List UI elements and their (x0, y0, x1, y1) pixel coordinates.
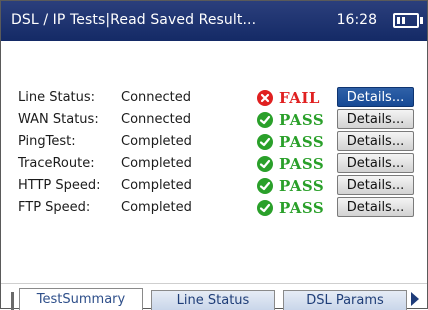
result-text: PASS (279, 177, 325, 195)
pass-check-icon (257, 112, 273, 128)
result-text: PASS (279, 155, 325, 173)
result-text: PASS (279, 133, 325, 151)
arrow-right-icon[interactable] (411, 292, 419, 306)
tab-bar: TestSummary Line Status DSL Params (1, 283, 427, 310)
fail-x-icon (257, 90, 273, 106)
status: PASS (257, 197, 324, 219)
tab-line-status[interactable]: Line Status (151, 290, 275, 310)
row-label: FTP Speed: (18, 200, 91, 215)
pass-check-icon (257, 134, 273, 150)
result-text: FAIL (279, 89, 320, 107)
status: FAIL (257, 87, 320, 109)
row-value: Completed (121, 134, 192, 149)
pass-check-icon (257, 200, 273, 216)
details-button-ping-test[interactable]: Details... (337, 131, 414, 151)
row-value: Completed (121, 178, 192, 193)
result-text: PASS (279, 111, 325, 129)
row-value: Connected (121, 112, 192, 127)
status: PASS (257, 175, 324, 197)
result-row-ftp-speed: FTP Speed: Completed PASS Details... (1, 197, 427, 219)
result-row-http-speed: HTTP Speed: Completed PASS Details... (1, 175, 427, 197)
row-label: Line Status: (18, 90, 96, 105)
status: PASS (257, 131, 324, 153)
result-row-wan-status: WAN Status: Connected PASS Details... (1, 109, 427, 131)
row-label: PingTest: (18, 134, 76, 149)
clock: 16:28 (336, 12, 377, 28)
status: PASS (257, 153, 324, 175)
details-button-line-status[interactable]: Details... (337, 87, 414, 107)
row-label: HTTP Speed: (18, 178, 101, 193)
row-value: Connected (121, 90, 192, 105)
pass-check-icon (257, 156, 273, 172)
result-row-ping-test: PingTest: Completed PASS Details... (1, 131, 427, 153)
row-value: Completed (121, 200, 192, 215)
status: PASS (257, 109, 324, 131)
pass-check-icon (257, 178, 273, 194)
row-value: Completed (121, 156, 192, 171)
page-title: DSL / IP Tests|Read Saved Result... (11, 12, 257, 28)
result-row-traceroute: TraceRoute: Completed PASS Details... (1, 153, 427, 175)
result-row-line-status: Line Status: Connected FAIL Details... (1, 87, 427, 109)
title-bar: DSL / IP Tests|Read Saved Result... 16:2… (1, 1, 427, 41)
tab-dsl-params[interactable]: DSL Params (283, 290, 407, 310)
app-window: DSL / IP Tests|Read Saved Result... 16:2… (0, 0, 428, 310)
tab-test-summary[interactable]: TestSummary (19, 288, 143, 310)
result-text: PASS (279, 199, 325, 217)
row-label: WAN Status: (18, 112, 99, 127)
details-button-wan-status[interactable]: Details... (337, 109, 414, 129)
details-button-ftp-speed[interactable]: Details... (337, 197, 414, 217)
row-label: TraceRoute: (18, 156, 95, 171)
tab-bar-divider (11, 292, 14, 310)
details-button-http-speed[interactable]: Details... (337, 175, 414, 195)
details-button-traceroute[interactable]: Details... (337, 153, 414, 173)
